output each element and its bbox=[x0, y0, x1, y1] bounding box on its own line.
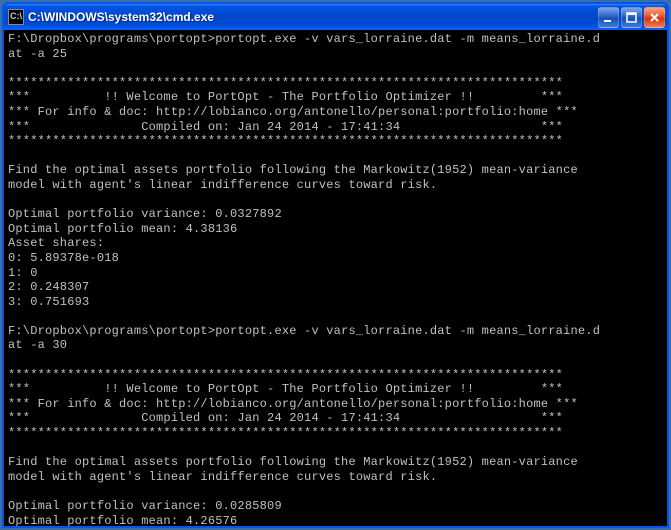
command-prompt-window: C:\ C:\WINDOWS\system32\cmd.exe F:\Dropb… bbox=[2, 2, 669, 528]
maximize-button[interactable] bbox=[621, 7, 642, 28]
cmd-icon: C:\ bbox=[8, 9, 24, 25]
window-buttons bbox=[598, 7, 665, 28]
console-output[interactable]: F:\Dropbox\programs\portopt>portopt.exe … bbox=[4, 30, 667, 526]
close-button[interactable] bbox=[644, 7, 665, 28]
window-title: C:\WINDOWS\system32\cmd.exe bbox=[28, 10, 598, 24]
titlebar[interactable]: C:\ C:\WINDOWS\system32\cmd.exe bbox=[4, 4, 667, 30]
minimize-button[interactable] bbox=[598, 7, 619, 28]
